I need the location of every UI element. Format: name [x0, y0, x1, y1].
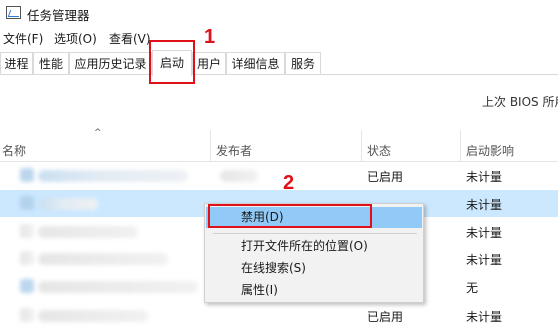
app-name-blurred	[38, 310, 148, 322]
row-impact: 未计量	[466, 310, 503, 324]
row-status: 已启用	[367, 170, 404, 184]
tab-performance[interactable]: 性能	[33, 52, 69, 74]
column-startup-impact[interactable]: 启动影响	[466, 142, 514, 159]
app-icon-blurred	[20, 224, 34, 238]
menu-item-properties[interactable]: 属性(I)	[206, 280, 422, 301]
table-row[interactable]: 已启用 未计量	[0, 302, 558, 329]
title-bar: 任务管理器	[0, 0, 558, 26]
row-impact: 未计量	[466, 226, 503, 240]
app-name-blurred	[38, 170, 188, 182]
menu-view[interactable]: 查看(V)	[109, 30, 151, 47]
app-name-blurred	[38, 198, 98, 210]
row-impact: 无	[466, 281, 479, 295]
column-name[interactable]: 名称	[2, 142, 26, 159]
row-impact: 未计量	[466, 198, 503, 212]
menu-separator	[213, 233, 417, 234]
row-status: 已启用	[367, 310, 404, 324]
menu-options[interactable]: 选项(O)	[54, 30, 97, 47]
menu-file[interactable]: 文件(F)	[3, 30, 43, 47]
context-menu: 禁用(D) 打开文件所在的位置(O) 在线搜索(S) 属性(I)	[204, 203, 424, 303]
tab-services[interactable]: 服务	[285, 52, 321, 74]
tab-app-history[interactable]: 应用历史记录	[69, 52, 152, 74]
app-name-blurred	[38, 226, 138, 238]
column-status[interactable]: 状态	[367, 142, 391, 159]
window-title: 任务管理器	[27, 8, 90, 23]
app-icon-blurred	[20, 168, 34, 182]
publisher-blurred	[220, 170, 258, 182]
tab-processes[interactable]: 进程	[0, 52, 33, 74]
annotation-2: 2	[283, 172, 295, 194]
app-icon-blurred	[20, 251, 34, 265]
row-impact: 未计量	[466, 253, 503, 267]
app-icon-blurred	[20, 196, 34, 210]
menu-item-open-file-location[interactable]: 打开文件所在的位置(O)	[206, 236, 422, 257]
column-publisher[interactable]: 发布者	[216, 142, 252, 159]
last-bios-time-label: 上次 BIOS 所用	[482, 95, 558, 109]
sort-ascending-icon[interactable]: ^	[94, 128, 102, 138]
task-manager-icon	[6, 6, 21, 19]
app-icon-blurred	[20, 308, 34, 322]
tab-users[interactable]: 用户	[192, 52, 226, 74]
tab-details[interactable]: 详细信息	[226, 52, 285, 74]
menu-item-disable[interactable]: 禁用(D)	[206, 207, 422, 228]
tab-bar: 进程 性能 应用历史记录 启动 用户 详细信息 服务	[0, 50, 558, 76]
annotation-1: 1	[204, 26, 216, 48]
app-name-blurred	[38, 253, 168, 265]
tab-startup[interactable]: 启动	[152, 50, 192, 76]
row-impact: 未计量	[466, 170, 503, 184]
column-header: ^ 名称 发布者 状态 启动影响	[0, 128, 558, 162]
menu-item-search-online[interactable]: 在线搜索(S)	[206, 258, 422, 279]
app-icon-blurred	[20, 279, 34, 293]
table-row[interactable]: 已启用 未计量	[0, 162, 558, 189]
app-name-blurred	[38, 281, 198, 293]
